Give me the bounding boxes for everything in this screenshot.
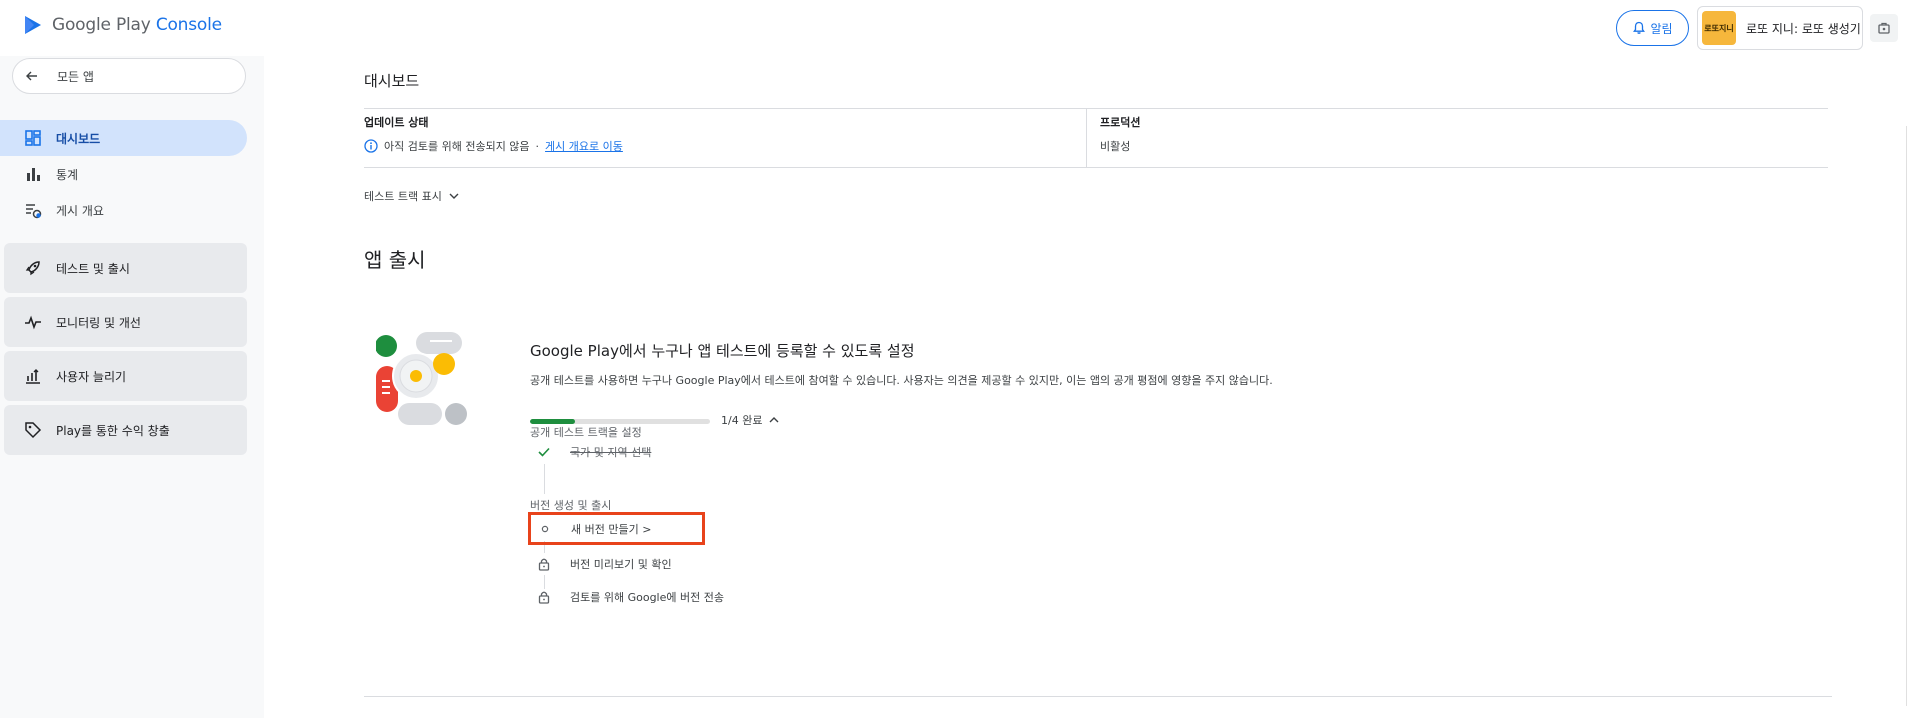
step-group-label: 공개 테스트 트랙을 설정 (530, 426, 642, 439)
rocket-icon (25, 261, 40, 276)
show-test-tracks-toggle[interactable]: 테스트 트랙 표시 (364, 188, 460, 204)
alerts-label: 알림 (1650, 21, 1673, 36)
production-label: 프로덕션 (1100, 116, 1141, 129)
lock-icon (538, 591, 550, 604)
account-name: 로또 지니: 로또 생성기 (1746, 21, 1861, 36)
sidebar-group-label: 테스트 및 출시 (56, 261, 130, 276)
developer-account-icon[interactable] (1870, 14, 1898, 42)
sidebar-item-label: 대시보드 (56, 131, 101, 146)
publishing-overview-icon (26, 204, 42, 219)
sidebar: 모든 앱 대시보드 통계 게시 개요 테스트 및 출시 모니터링 및 개선 사용… (0, 56, 264, 718)
progress-text: 1/4 완료 (721, 414, 763, 427)
app-release-illustration (376, 332, 467, 425)
sidebar-group-monitor-and-improve[interactable]: 모니터링 및 개선 (4, 297, 247, 347)
sidebar-group-monetize[interactable]: Play를 통한 수익 창출 (4, 405, 247, 455)
bar-chart-icon (27, 168, 40, 181)
card-title: Google Play에서 누구나 앱 테스트에 등록할 수 있도록 설정 (530, 342, 915, 360)
step-preview-and-confirm: 버전 미리보기 및 확인 (530, 552, 672, 576)
sidebar-group-label: 사용자 늘리기 (56, 369, 127, 384)
logo-console-text: Console (155, 15, 222, 35)
step-group-label: 버전 생성 및 출시 (530, 499, 612, 512)
step-label: 국가 및 지역 선택 (570, 446, 652, 459)
arrow-back-icon (26, 71, 37, 81)
chevron-down-icon (449, 193, 459, 199)
card-description: 공개 테스트를 사용하면 누구나 Google Play에서 테스트에 참여할 … (530, 374, 1273, 387)
progress-toggle[interactable]: 1/4 완료 (721, 412, 780, 428)
bell-icon (1633, 21, 1646, 34)
production-status-value: 비활성 (1100, 140, 1131, 153)
show-test-tracks-label: 테스트 트랙 표시 (364, 190, 442, 203)
main-content: 대시보드 업데이트 상태 아직 검토를 위해 전송되지 않음 · 게시 개요로 … (264, 56, 1907, 718)
go-to-publishing-overview-link[interactable]: 게시 개요로 이동 (545, 138, 623, 154)
lock-icon (538, 558, 550, 571)
play-logo-icon (25, 16, 41, 34)
step-send-for-review: 검토를 위해 Google에 버전 전송 (530, 585, 724, 609)
sidebar-item-label: 게시 개요 (56, 203, 104, 218)
chevron-up-icon (769, 417, 779, 423)
grow-users-icon (26, 369, 40, 384)
sidebar-group-test-and-release[interactable]: 테스트 및 출시 (4, 243, 247, 293)
sidebar-group-label: 모니터링 및 개선 (56, 315, 141, 330)
update-status-label: 업데이트 상태 (364, 116, 429, 129)
all-apps-label: 모든 앱 (57, 69, 94, 84)
status-panel: 업데이트 상태 아직 검토를 위해 전송되지 않음 · 게시 개요로 이동 프로… (364, 108, 1828, 168)
vitals-icon (25, 315, 41, 330)
page-title: 대시보드 (364, 72, 420, 90)
info-icon (364, 139, 378, 153)
google-play-console-logo[interactable]: Google Play Console (22, 14, 222, 36)
step-connector (544, 464, 545, 494)
sidebar-group-label: Play를 통한 수익 창출 (56, 423, 170, 438)
step-select-countries: 국가 및 지역 선택 (530, 440, 651, 464)
sidebar-item-publishing-overview[interactable]: 게시 개요 (0, 192, 247, 228)
sidebar-item-label: 통계 (56, 167, 79, 182)
alerts-button[interactable]: 알림 (1616, 10, 1689, 46)
step-label: 검토를 위해 Google에 버전 전송 (570, 591, 724, 604)
logo-google-text: Google Play (52, 15, 156, 35)
divider (364, 696, 1832, 697)
account-switcher[interactable]: 로또지니 로또 지니: 로또 생성기 (1697, 6, 1863, 50)
sidebar-item-dashboard[interactable]: 대시보드 (0, 120, 247, 156)
sidebar-item-statistics[interactable]: 통계 (0, 156, 247, 192)
separator-dot: · (535, 139, 540, 153)
create-new-release-step[interactable]: 새 버전 만들기 > (528, 512, 705, 545)
production-section: 프로덕션 비활성 (1100, 109, 1800, 167)
sidebar-group-grow-users[interactable]: 사용자 늘리기 (4, 351, 247, 401)
update-status-section: 업데이트 상태 아직 검토를 위해 전송되지 않음 · 게시 개요로 이동 (364, 109, 1087, 167)
empty-circle-icon (541, 525, 549, 532)
top-bar: Google Play Console 알림 로또지니 로또 지니: 로또 생성… (0, 0, 1907, 56)
check-icon (538, 447, 550, 457)
tag-icon (25, 422, 42, 439)
section-title: 앱 출시 (364, 248, 426, 272)
step-label: 버전 미리보기 및 확인 (570, 558, 672, 571)
dashboard-icon (25, 130, 41, 146)
app-avatar: 로또지니 (1702, 11, 1736, 45)
all-apps-button[interactable]: 모든 앱 (12, 58, 246, 94)
create-new-release-link[interactable]: 새 버전 만들기 > (571, 521, 651, 537)
update-status-value: 아직 검토를 위해 전송되지 않음 (384, 140, 530, 153)
